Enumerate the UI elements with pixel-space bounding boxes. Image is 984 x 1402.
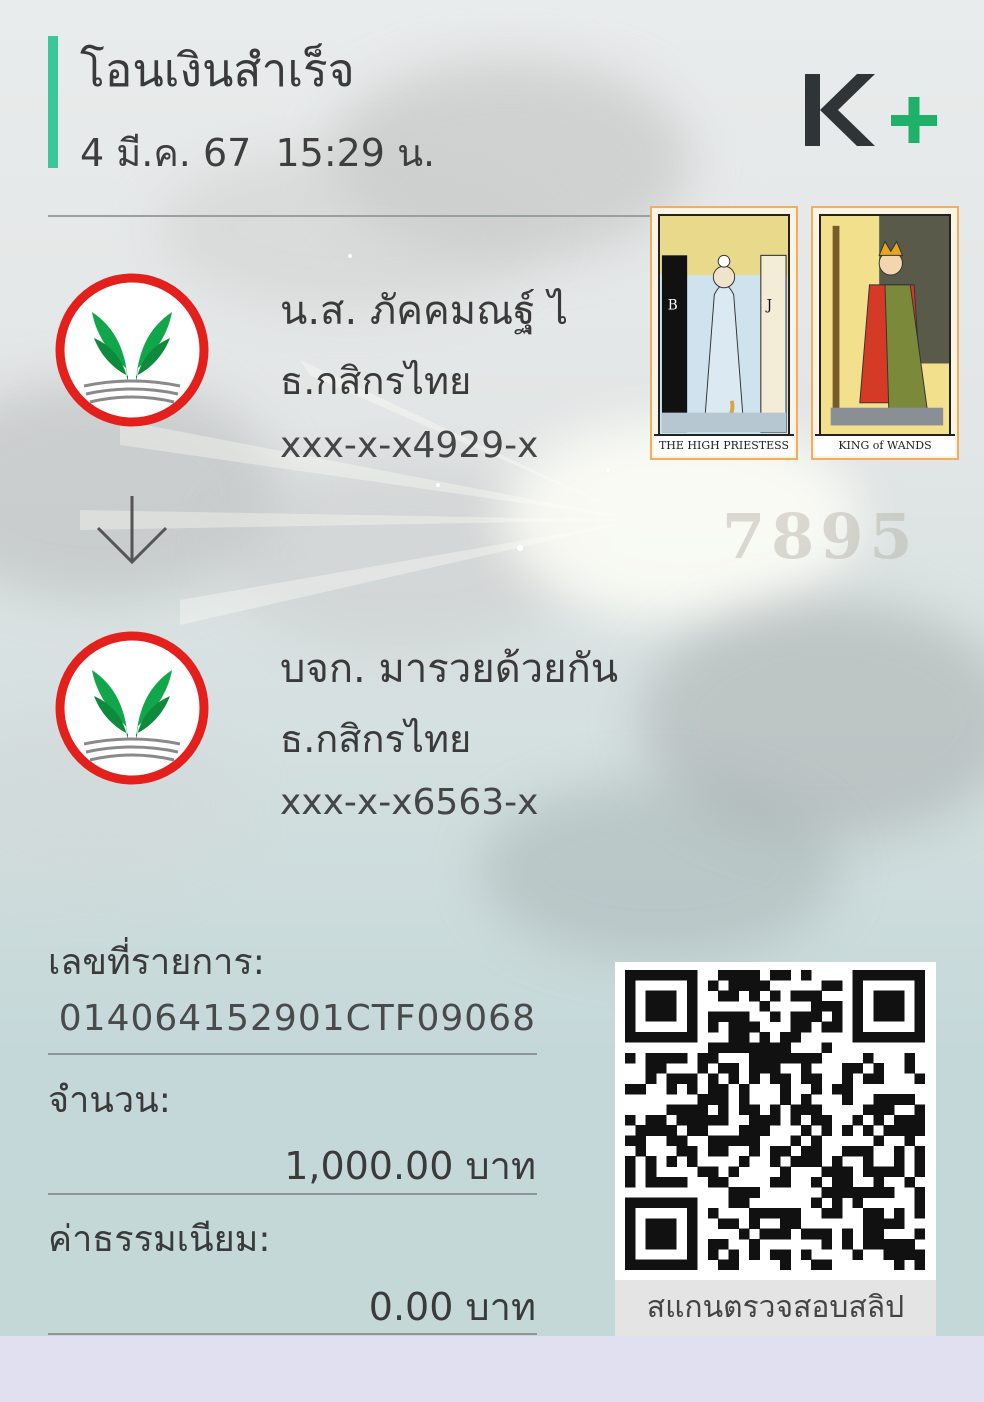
svg-text:B: B — [668, 297, 678, 313]
arrow-down-icon — [96, 496, 168, 565]
divider — [48, 1053, 537, 1055]
qr-code-icon[interactable] — [625, 970, 925, 1270]
bottom-strip — [0, 1336, 984, 1402]
fee-value: 0.00 บาท — [368, 1285, 536, 1329]
amount-label: จำนวน: — [48, 1080, 171, 1121]
sender-bank: ธ.กสิกรไทย — [280, 359, 472, 403]
transaction-id: 014064152901CTF09068 — [58, 998, 536, 1039]
divider — [48, 215, 698, 217]
tarot-caption: THE HIGH PRIESTESS — [654, 434, 794, 456]
divider — [48, 1333, 537, 1335]
kplus-logo-icon — [805, 74, 937, 146]
fee-label: ค่าธรรมเนียม: — [48, 1219, 271, 1260]
sender-name: น.ส. ภัคคมณฐ์ ไ — [280, 288, 569, 334]
kasikorn-bank-logo — [55, 631, 209, 785]
qr-panel[interactable]: สแกนตรวจสอบสลิป — [615, 962, 936, 1336]
accent-bar — [48, 36, 58, 168]
divider — [48, 1193, 537, 1195]
amount-value: 1,000.00 บาท — [284, 1144, 536, 1188]
lucky-number: 7895 — [722, 500, 919, 573]
receiver-name: บจก. มารวยด้วยกัน — [280, 646, 619, 692]
page-title: โอนเงินสำเร็จ — [80, 43, 355, 97]
transaction-id-label: เลขที่รายการ: — [48, 942, 265, 983]
king-of-wands-card: KING of WANDS — [811, 206, 959, 460]
transaction-datetime: 4 มี.ค. 67 15:29 น. — [80, 131, 436, 175]
sender-account: xxx-x-x4929-x — [280, 425, 539, 466]
receiver-account: xxx-x-x6563-x — [280, 782, 539, 823]
receiver-bank: ธ.กสิกรไทย — [280, 717, 472, 761]
high-priestess-card: B J THE HIGH PRIESTESS — [650, 206, 798, 460]
qr-caption: สแกนตรวจสอบสลิป — [615, 1280, 936, 1336]
kasikorn-bank-logo — [55, 273, 209, 427]
svg-text:J: J — [765, 297, 772, 313]
tarot-caption: KING of WANDS — [815, 434, 955, 456]
transfer-slip: โอนเงินสำเร็จ 4 มี.ค. 67 15:29 น. B J TH… — [0, 0, 984, 1402]
